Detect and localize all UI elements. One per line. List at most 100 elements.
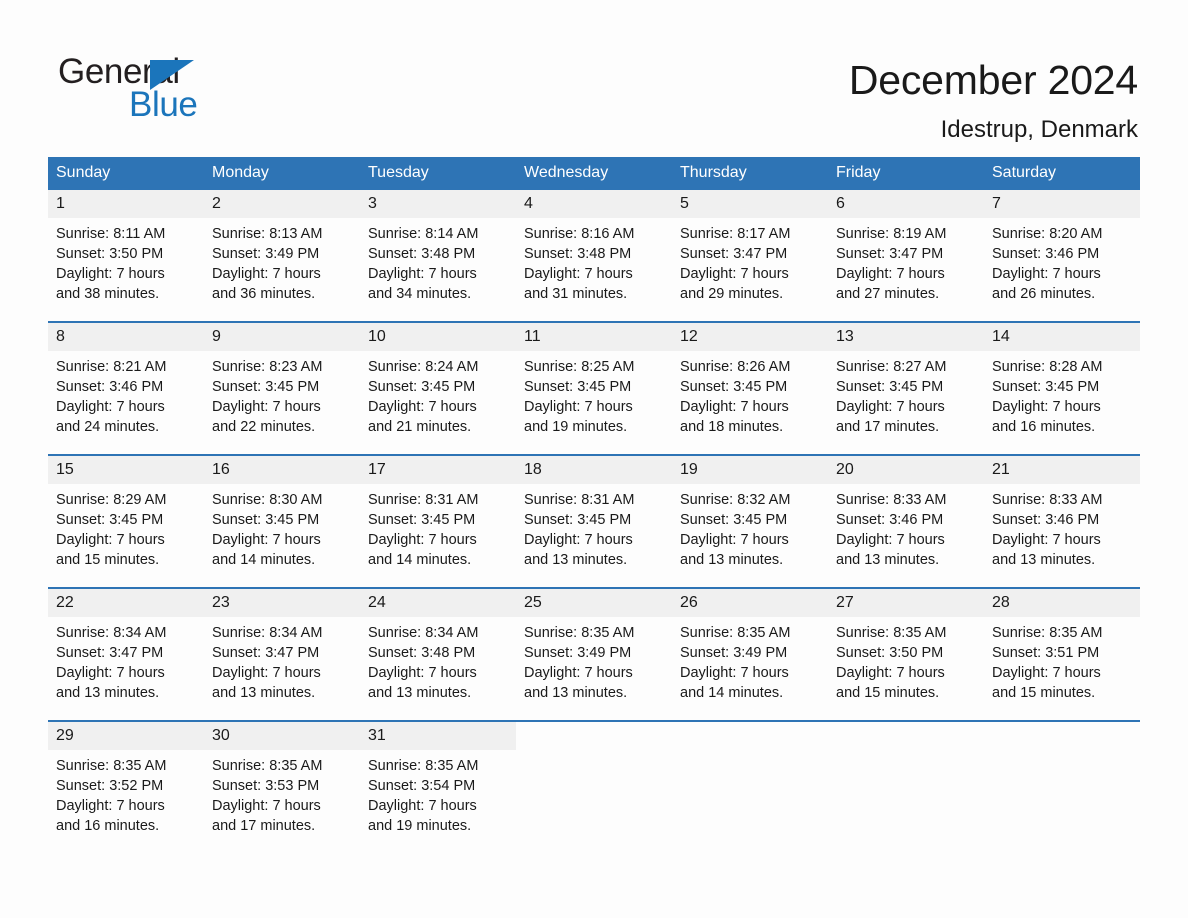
day-cell[interactable]: Sunrise: 8:35 AM Sunset: 3:52 PM Dayligh… xyxy=(48,750,204,854)
sunset-text: Sunset: 3:45 PM xyxy=(212,512,320,528)
sunrise-text: Sunrise: 8:33 AM xyxy=(992,492,1103,508)
day-cell[interactable]: Sunrise: 8:29 AM Sunset: 3:45 PM Dayligh… xyxy=(48,484,204,588)
day-cell[interactable]: Sunrise: 8:25 AM Sunset: 3:45 PM Dayligh… xyxy=(516,351,672,455)
day-cell[interactable]: Sunrise: 8:33 AM Sunset: 3:46 PM Dayligh… xyxy=(828,484,984,588)
daylight-text-cont: and 13 minutes. xyxy=(524,552,628,568)
sunrise-text: Sunrise: 8:33 AM xyxy=(836,492,947,508)
daylight-text-cont: and 14 minutes. xyxy=(212,552,316,568)
day-cell[interactable]: Sunrise: 8:27 AM Sunset: 3:45 PM Dayligh… xyxy=(828,351,984,455)
day-cell[interactable]: Sunrise: 8:23 AM Sunset: 3:45 PM Dayligh… xyxy=(204,351,360,455)
daylight-text-cont: and 13 minutes. xyxy=(368,685,472,701)
daylight-text-cont: and 22 minutes. xyxy=(212,419,316,435)
sunrise-text: Sunrise: 8:31 AM xyxy=(524,492,635,508)
day-number: 10 xyxy=(360,321,516,351)
daylight-text: Daylight: 7 hours xyxy=(56,399,165,415)
weekday-header-saturday: Saturday xyxy=(984,157,1140,190)
day-cell[interactable]: Sunrise: 8:24 AM Sunset: 3:45 PM Dayligh… xyxy=(360,351,516,455)
day-number: 4 xyxy=(516,190,672,218)
day-number: 30 xyxy=(204,720,360,750)
calendar-body: 1 2 3 4 5 6 7 Sunrise: 8:11 AM Sunset: 3… xyxy=(48,190,1140,854)
daylight-text-cont: and 14 minutes. xyxy=(680,685,784,701)
day-cell[interactable]: Sunrise: 8:13 AM Sunset: 3:49 PM Dayligh… xyxy=(204,218,360,322)
day-cell[interactable]: Sunrise: 8:35 AM Sunset: 3:53 PM Dayligh… xyxy=(204,750,360,854)
day-cell[interactable]: Sunrise: 8:14 AM Sunset: 3:48 PM Dayligh… xyxy=(360,218,516,322)
sunrise-text: Sunrise: 8:35 AM xyxy=(212,758,323,774)
daylight-text-cont: and 31 minutes. xyxy=(524,286,628,302)
sunset-text: Sunset: 3:49 PM xyxy=(212,246,320,262)
day-cell[interactable]: Sunrise: 8:35 AM Sunset: 3:50 PM Dayligh… xyxy=(828,617,984,721)
sunset-text: Sunset: 3:45 PM xyxy=(524,379,632,395)
daylight-text-cont: and 34 minutes. xyxy=(368,286,472,302)
daylight-text-cont: and 16 minutes. xyxy=(992,419,1096,435)
daylight-text: Daylight: 7 hours xyxy=(524,266,633,282)
day-cell[interactable]: Sunrise: 8:35 AM Sunset: 3:49 PM Dayligh… xyxy=(516,617,672,721)
generalblue-logo[interactable]: General Blue xyxy=(58,52,358,132)
day-cell[interactable]: Sunrise: 8:33 AM Sunset: 3:46 PM Dayligh… xyxy=(984,484,1140,588)
sunrise-text: Sunrise: 8:14 AM xyxy=(368,226,479,242)
sunset-text: Sunset: 3:49 PM xyxy=(524,645,632,661)
day-number-empty xyxy=(828,720,984,750)
day-cell[interactable]: Sunrise: 8:35 AM Sunset: 3:49 PM Dayligh… xyxy=(672,617,828,721)
daylight-text: Daylight: 7 hours xyxy=(212,665,321,681)
daylight-text-cont: and 13 minutes. xyxy=(992,552,1096,568)
day-cell[interactable]: Sunrise: 8:35 AM Sunset: 3:54 PM Dayligh… xyxy=(360,750,516,854)
calendar-table: Sunday Monday Tuesday Wednesday Thursday… xyxy=(48,157,1140,854)
daylight-text: Daylight: 7 hours xyxy=(368,532,477,548)
day-cell[interactable]: Sunrise: 8:34 AM Sunset: 3:48 PM Dayligh… xyxy=(360,617,516,721)
day-number: 14 xyxy=(984,321,1140,351)
day-cell[interactable]: Sunrise: 8:16 AM Sunset: 3:48 PM Dayligh… xyxy=(516,218,672,322)
week-3-daynum-row: 15 16 17 18 19 20 21 xyxy=(48,454,1140,484)
day-number: 8 xyxy=(48,321,204,351)
daylight-text-cont: and 19 minutes. xyxy=(524,419,628,435)
daylight-text-cont: and 17 minutes. xyxy=(836,419,940,435)
daylight-text-cont: and 19 minutes. xyxy=(368,818,472,834)
day-cell[interactable]: Sunrise: 8:35 AM Sunset: 3:51 PM Dayligh… xyxy=(984,617,1140,721)
weekday-header-friday: Friday xyxy=(828,157,984,190)
daylight-text-cont: and 15 minutes. xyxy=(56,552,160,568)
day-number: 27 xyxy=(828,587,984,617)
sunrise-text: Sunrise: 8:35 AM xyxy=(524,625,635,641)
day-number-empty xyxy=(984,720,1140,750)
day-cell[interactable]: Sunrise: 8:32 AM Sunset: 3:45 PM Dayligh… xyxy=(672,484,828,588)
day-number: 9 xyxy=(204,321,360,351)
day-cell[interactable]: Sunrise: 8:28 AM Sunset: 3:45 PM Dayligh… xyxy=(984,351,1140,455)
week-2-daynum-row: 8 9 10 11 12 13 14 xyxy=(48,321,1140,351)
daylight-text-cont: and 15 minutes. xyxy=(836,685,940,701)
daylight-text: Daylight: 7 hours xyxy=(680,665,789,681)
daylight-text-cont: and 14 minutes. xyxy=(368,552,472,568)
week-4-info-row: Sunrise: 8:34 AM Sunset: 3:47 PM Dayligh… xyxy=(48,617,1140,721)
sunrise-text: Sunrise: 8:32 AM xyxy=(680,492,791,508)
sunset-text: Sunset: 3:45 PM xyxy=(368,512,476,528)
weekday-header-row: Sunday Monday Tuesday Wednesday Thursday… xyxy=(48,157,1140,190)
page-title: December 2024 xyxy=(848,57,1138,103)
day-cell[interactable]: Sunrise: 8:34 AM Sunset: 3:47 PM Dayligh… xyxy=(48,617,204,721)
sunset-text: Sunset: 3:46 PM xyxy=(992,246,1100,262)
day-cell[interactable]: Sunrise: 8:31 AM Sunset: 3:45 PM Dayligh… xyxy=(516,484,672,588)
day-cell[interactable]: Sunrise: 8:26 AM Sunset: 3:45 PM Dayligh… xyxy=(672,351,828,455)
daylight-text: Daylight: 7 hours xyxy=(836,665,945,681)
sunrise-text: Sunrise: 8:30 AM xyxy=(212,492,323,508)
sunrise-text: Sunrise: 8:35 AM xyxy=(992,625,1103,641)
sunrise-text: Sunrise: 8:16 AM xyxy=(524,226,635,242)
daylight-text-cont: and 13 minutes. xyxy=(56,685,160,701)
day-cell[interactable]: Sunrise: 8:17 AM Sunset: 3:47 PM Dayligh… xyxy=(672,218,828,322)
daylight-text: Daylight: 7 hours xyxy=(368,798,477,814)
daylight-text: Daylight: 7 hours xyxy=(680,532,789,548)
sunset-text: Sunset: 3:45 PM xyxy=(992,379,1100,395)
day-cell[interactable]: Sunrise: 8:30 AM Sunset: 3:45 PM Dayligh… xyxy=(204,484,360,588)
day-cell[interactable]: Sunrise: 8:21 AM Sunset: 3:46 PM Dayligh… xyxy=(48,351,204,455)
day-cell[interactable]: Sunrise: 8:11 AM Sunset: 3:50 PM Dayligh… xyxy=(48,218,204,322)
day-number: 3 xyxy=(360,190,516,218)
calendar-page: General Blue December 2024 Idestrup, Den… xyxy=(0,0,1188,918)
sunset-text: Sunset: 3:45 PM xyxy=(836,379,944,395)
weekday-header-tuesday: Tuesday xyxy=(360,157,516,190)
sunrise-text: Sunrise: 8:24 AM xyxy=(368,359,479,375)
daylight-text: Daylight: 7 hours xyxy=(368,665,477,681)
day-cell[interactable]: Sunrise: 8:34 AM Sunset: 3:47 PM Dayligh… xyxy=(204,617,360,721)
day-number: 29 xyxy=(48,720,204,750)
day-cell[interactable]: Sunrise: 8:19 AM Sunset: 3:47 PM Dayligh… xyxy=(828,218,984,322)
day-cell[interactable]: Sunrise: 8:31 AM Sunset: 3:45 PM Dayligh… xyxy=(360,484,516,588)
daylight-text-cont: and 27 minutes. xyxy=(836,286,940,302)
day-cell[interactable]: Sunrise: 8:20 AM Sunset: 3:46 PM Dayligh… xyxy=(984,218,1140,322)
daylight-text: Daylight: 7 hours xyxy=(836,532,945,548)
